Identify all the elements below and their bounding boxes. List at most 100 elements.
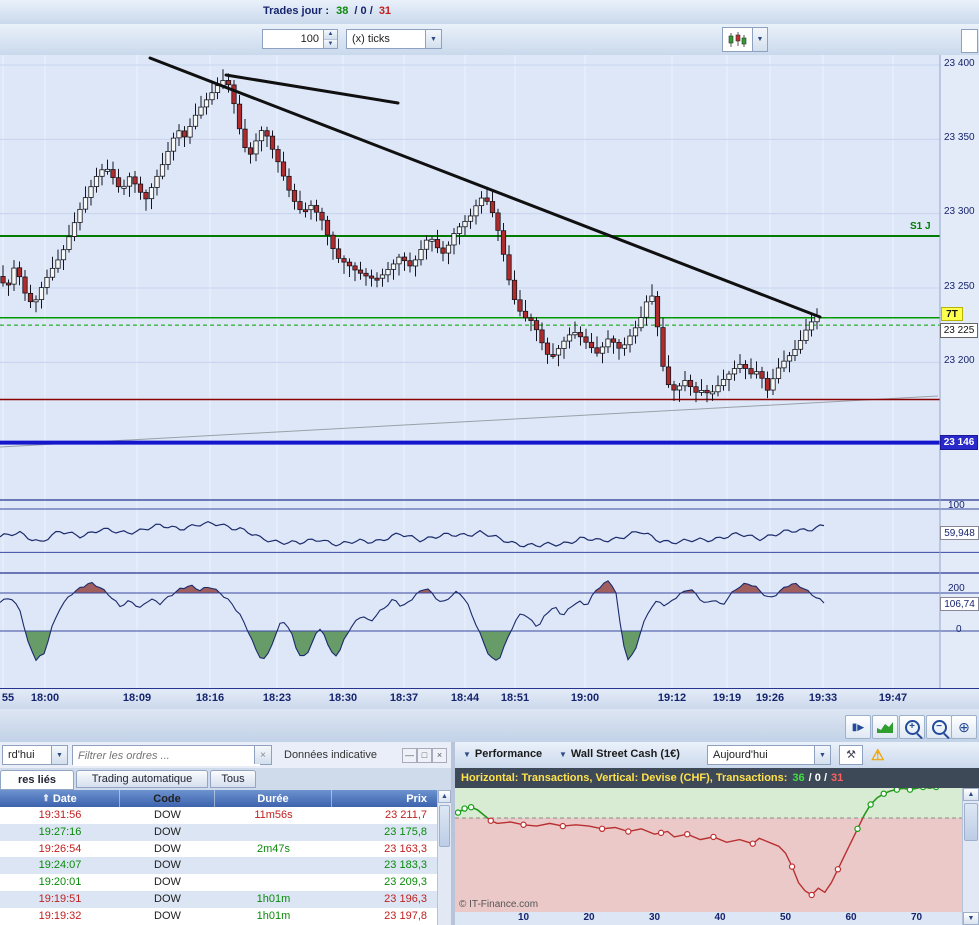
main-chart[interactable] [0, 55, 979, 688]
area-chart-button[interactable] [872, 715, 898, 739]
trade-marker [880, 790, 887, 797]
table-row[interactable]: 19:20:01 DOW 23 209,3 [0, 874, 437, 891]
time-axis-label: 55 [1, 692, 15, 704]
trade-marker [906, 786, 914, 793]
chevron-down-icon[interactable]: ▼ [814, 746, 830, 764]
spin-down-icon[interactable]: ▼ [324, 39, 337, 48]
trade-marker [461, 805, 468, 812]
table-row[interactable]: 19:24:07 DOW 23 183,3 [0, 857, 437, 875]
warning-icon: ⚠ [871, 747, 885, 764]
indicator2-value-badge: 106,74 [940, 597, 979, 611]
col-duree: Durée [257, 792, 289, 805]
perf-axis-label: 70 [910, 912, 923, 923]
trade-marker [455, 809, 462, 816]
tab-trading-automatique[interactable]: Trading automatique [76, 770, 208, 788]
price-axis-label: 23 250 [944, 281, 975, 292]
scroll-down-icon[interactable]: ▼ [963, 912, 979, 925]
order-price: 23 183,3 [384, 859, 427, 872]
perf-period-select[interactable]: Aujourd'hui ▼ [707, 745, 831, 765]
table-row[interactable]: 19:19:32 DOW 1h01m 23 197,8 [0, 907, 437, 925]
trade-marker [808, 891, 815, 899]
orders-table-header[interactable]: ⇑ Date Code Durée Prix [0, 790, 437, 807]
instrument-label: Wall Street Cash (1€) [570, 748, 680, 760]
tick-count-spin-buttons[interactable]: ▲ ▼ [323, 30, 337, 48]
area-chart-icon [877, 722, 893, 733]
orders-period-select[interactable]: rd'hui ▼ [2, 745, 68, 765]
time-axis-label: 19:00 [570, 692, 600, 704]
order-time: 19:26:54 [38, 842, 82, 855]
candlestick-chart-icon [728, 32, 747, 47]
watermark: © IT-Finance.com [459, 899, 539, 910]
price-axis-label: 23 400 [944, 58, 975, 69]
orders-filter: × [72, 745, 272, 766]
restore-icon[interactable]: □ [417, 748, 432, 763]
trade-marker [932, 783, 940, 791]
zoom-in-button[interactable]: + [899, 715, 925, 739]
price-axis-label: 23 200 [944, 355, 975, 366]
order-price: 23 163,3 [384, 842, 427, 855]
orders-scrollbar[interactable]: ▲ [437, 790, 451, 925]
tick-unit-select[interactable]: (x) ticks ▼ [346, 29, 442, 49]
perf-info-bar: Horizontal: Transactions, Vertical: Devi… [455, 768, 979, 788]
trade-marker [684, 831, 691, 838]
orders-tabs: res liés Trading automatique Tous [0, 768, 451, 791]
current-price-badge: 23 225 [940, 323, 978, 338]
trades-day-label: Trades jour : [263, 5, 330, 17]
spin-up-icon[interactable]: ▲ [324, 30, 337, 40]
chart-type-button[interactable]: ▼ [722, 27, 768, 52]
order-code: DOW [154, 892, 181, 905]
axis-corner-button[interactable] [961, 29, 978, 53]
chevron-down-icon[interactable]: ▼ [752, 28, 767, 51]
sort-icon[interactable]: ⇑ [42, 793, 50, 804]
perf-axis-label: 30 [648, 912, 661, 923]
trade-marker [598, 825, 606, 833]
table-row[interactable]: 19:19:51 DOW 1h01m 23 196,3 [0, 890, 437, 908]
table-row[interactable]: 19:27:16 DOW 23 175,8 [0, 823, 437, 841]
perf-settings-button[interactable]: ⚒ [839, 745, 863, 765]
trade-marker [467, 804, 475, 811]
perf-chart[interactable] [455, 783, 962, 912]
tab-tous[interactable]: Tous [210, 770, 256, 788]
trade-marker [854, 825, 861, 833]
performance-menu[interactable]: ▼ Performance [463, 748, 542, 760]
perf-axis-label: 60 [845, 912, 857, 923]
perf-wins: 36 [792, 772, 805, 784]
tab-ordres-lies[interactable]: res liés [0, 770, 74, 790]
chevron-down-icon: ▼ [463, 749, 471, 759]
col-prix: Prix [406, 792, 427, 805]
table-row[interactable]: 19:26:54 DOW 2m47s 23 163,3 [0, 840, 437, 858]
scrollbar-thumb[interactable] [439, 805, 450, 847]
chart-nav-strip: ▮ ▶ + − ⊕ [0, 709, 979, 743]
step-forward-button[interactable]: ▮ ▶ [845, 715, 871, 739]
zoom-out-button[interactable]: − [926, 715, 952, 739]
time-axis-label: 19:12 [657, 692, 687, 704]
scrollbar-thumb[interactable] [964, 803, 978, 841]
chevron-down-icon[interactable]: ▼ [425, 30, 441, 48]
perf-info-prefix: Horizontal: Transactions, Vertical: Devi… [461, 772, 788, 784]
performance-menu-label: Performance [474, 748, 543, 760]
tick-unit-value: (x) ticks [352, 33, 390, 45]
scroll-up-icon[interactable]: ▲ [438, 790, 451, 803]
time-axis-label: 18:44 [450, 692, 480, 704]
close-icon[interactable]: × [432, 748, 447, 763]
order-code: DOW [154, 909, 181, 922]
scroll-up-icon[interactable]: ▲ [963, 788, 979, 801]
time-axis-label: 18:51 [500, 692, 530, 704]
perf-scrollbar[interactable]: ▲ ▼ [962, 788, 979, 925]
clear-filter-icon[interactable]: × [254, 746, 271, 764]
minimize-icon[interactable]: — [402, 748, 417, 763]
perf-chart-area[interactable]: © IT-Finance.com [455, 783, 962, 912]
performance-panel: ▼ Performance ▼ Wall Street Cash (1€) Au… [455, 742, 979, 925]
chevron-down-icon[interactable]: ▼ [51, 746, 67, 764]
instrument-menu[interactable]: ▼ Wall Street Cash (1€) [559, 748, 680, 760]
trade-marker [867, 801, 874, 808]
orders-filter-input[interactable] [73, 746, 260, 766]
price-axis-label: 23 350 [944, 132, 975, 143]
table-row[interactable]: 19:31:56 DOW 11m56s 23 211,7 [0, 807, 437, 824]
time-axis-label: 18:23 [262, 692, 292, 704]
support-price-badge: 23 146 [940, 435, 978, 450]
tab-label: res liés [18, 774, 56, 786]
fit-chart-button[interactable]: ⊕ [951, 715, 977, 739]
chart-toolbar: 100 ▲ ▼ (x) ticks ▼ ▼ [0, 24, 979, 56]
tick-count-stepper[interactable]: 100 ▲ ▼ [262, 29, 338, 49]
